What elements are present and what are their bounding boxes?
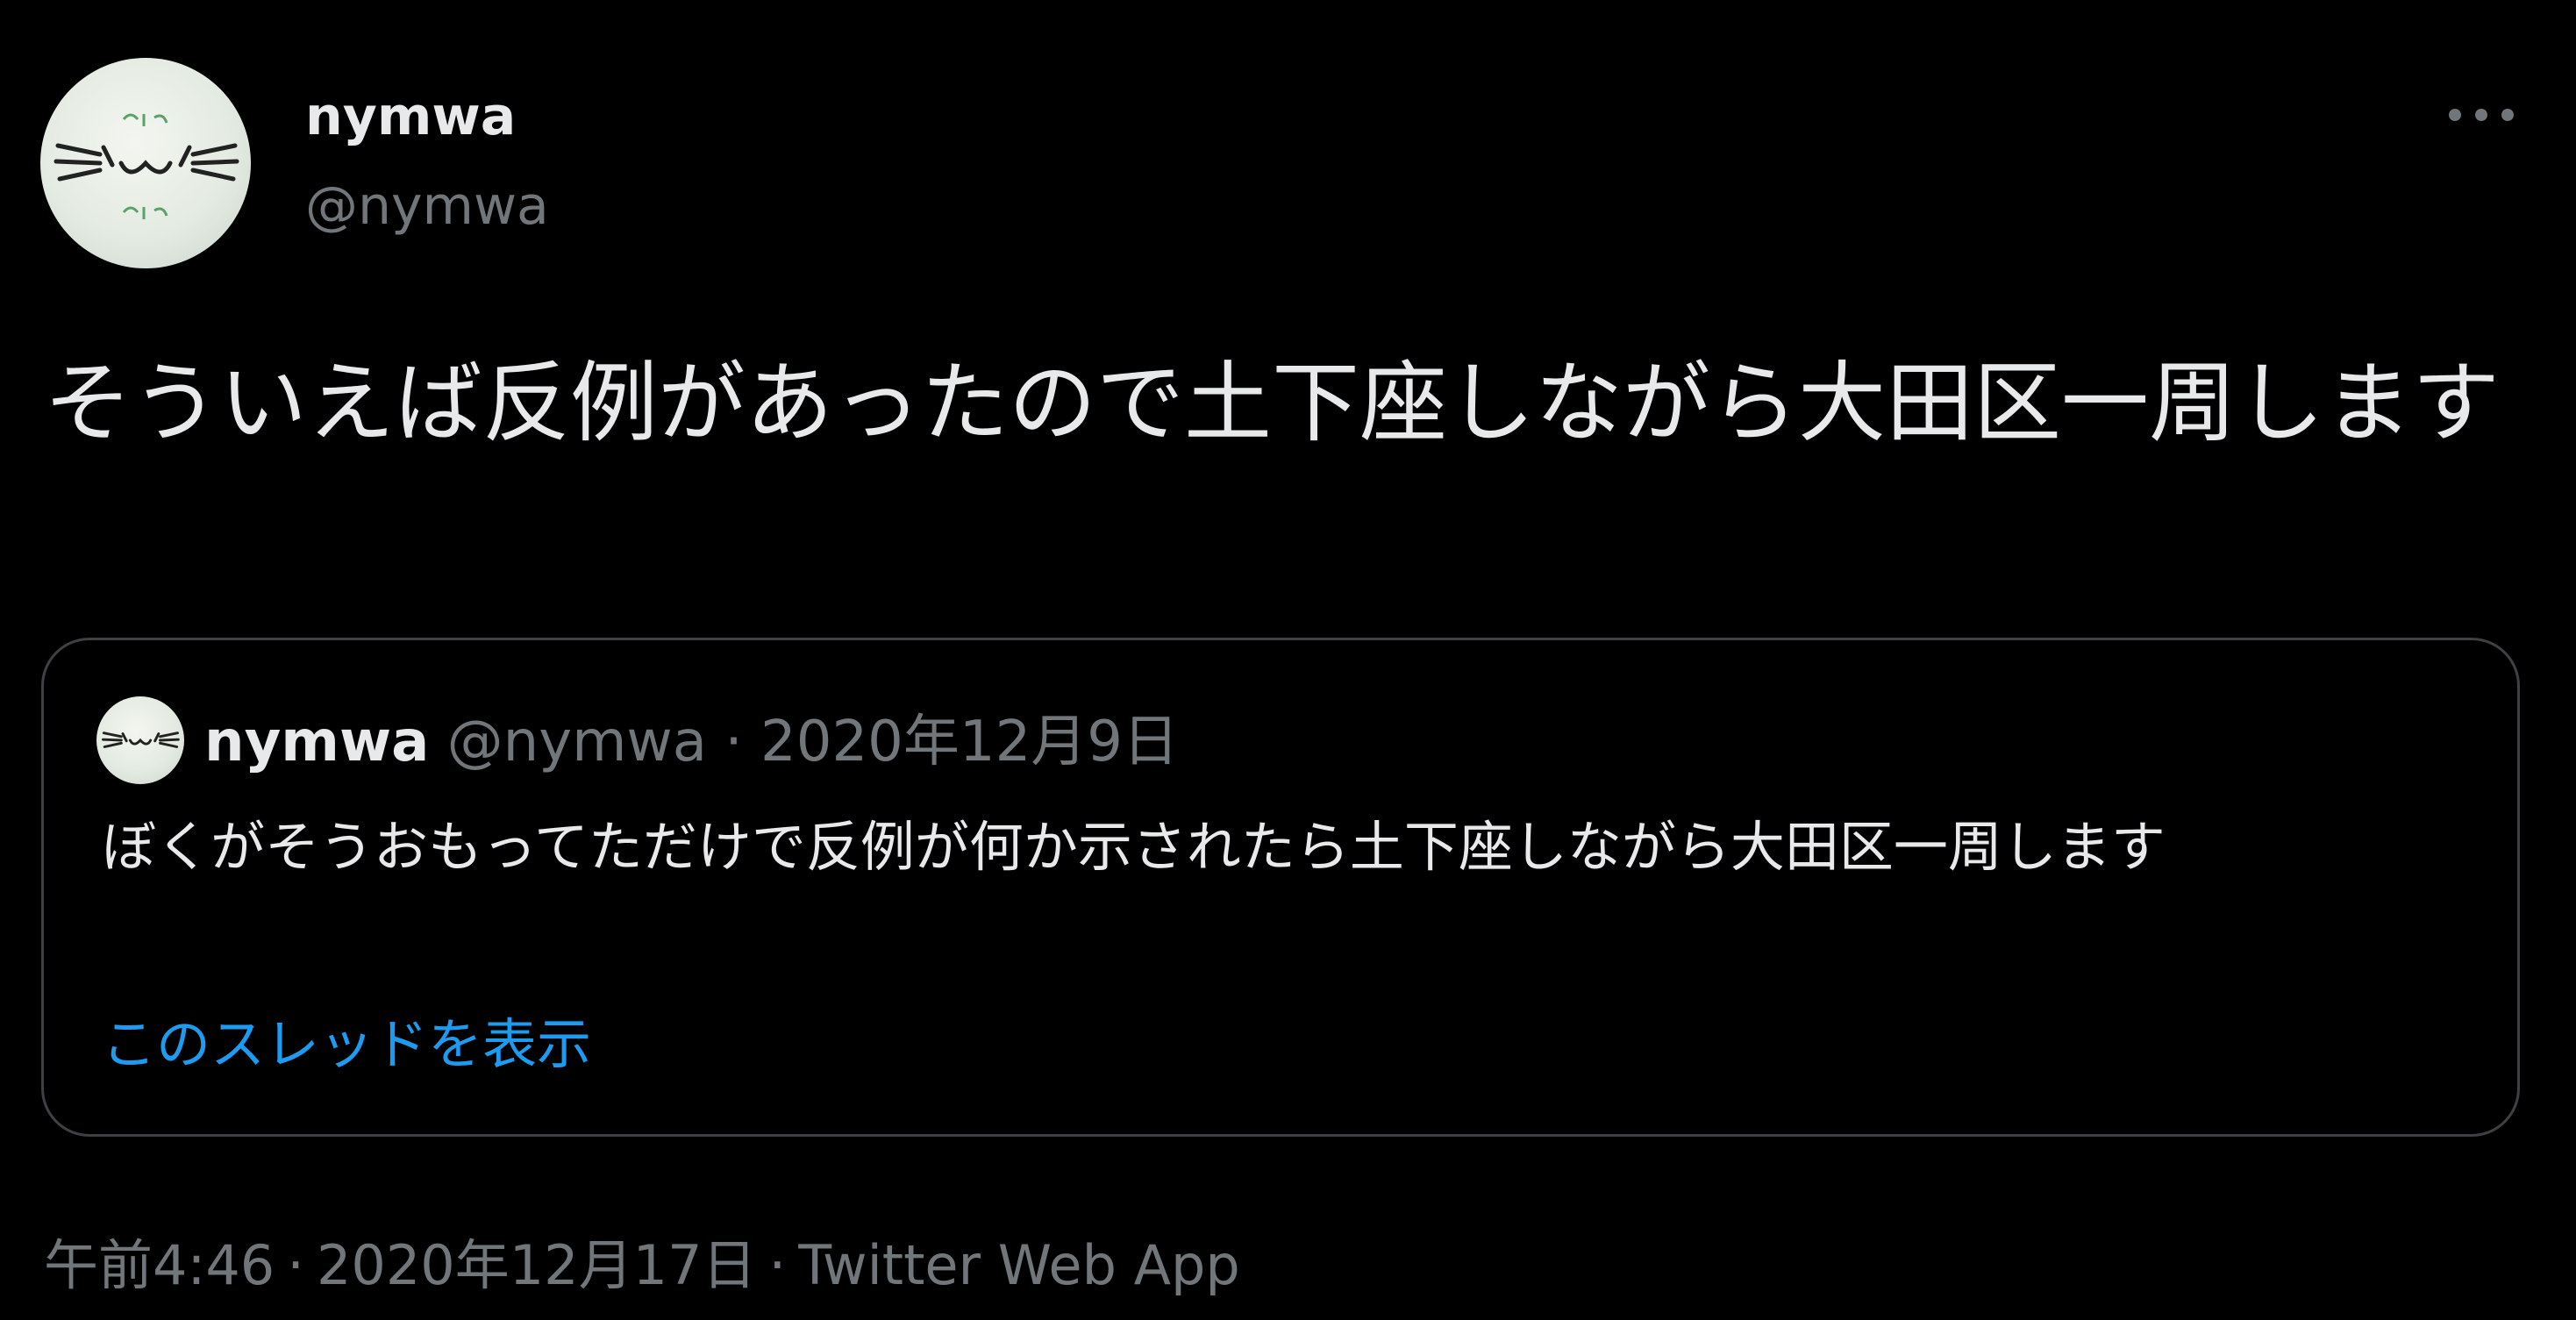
author-display-name[interactable]: nymwa <box>305 86 516 147</box>
quoted-display-name: nymwa <box>204 710 430 774</box>
quoted-header: nymwa @nymwa · 2020年12月9日 <box>204 709 1179 775</box>
tweet-metadata: 午前4:46 · 2020年12月17日 · Twitter Web App <box>44 1221 1240 1300</box>
tweet-text: そういえば反例があったので土下座しながら大田区一周します <box>44 352 2500 454</box>
footer-separator: · <box>768 1233 787 1297</box>
quoted-date: 2020年12月9日 <box>760 710 1180 774</box>
tweet-time[interactable]: 午前4:46 <box>44 1233 275 1297</box>
quoted-tweet-text: ぼくがそうおもってただけで反例が何か示されたら土下座しながら大田区一周します <box>102 815 2166 879</box>
tweet-source[interactable]: Twitter Web App <box>798 1233 1240 1297</box>
tweet-date[interactable]: 2020年12月17日 <box>317 1233 757 1297</box>
more-horizontal-icon[interactable] <box>2447 96 2517 132</box>
quoted-separator: · <box>724 710 743 774</box>
footer-separator: · <box>287 1233 304 1297</box>
cat-face-avatar-image <box>54 113 239 219</box>
avatar[interactable] <box>40 58 251 268</box>
quoted-handle: @nymwa <box>446 710 707 774</box>
quoted-avatar <box>96 696 184 784</box>
cat-face-avatar-image <box>102 731 180 748</box>
author-handle[interactable]: @nymwa <box>305 175 549 237</box>
show-thread-link[interactable]: このスレッドを表示 <box>102 1000 591 1079</box>
